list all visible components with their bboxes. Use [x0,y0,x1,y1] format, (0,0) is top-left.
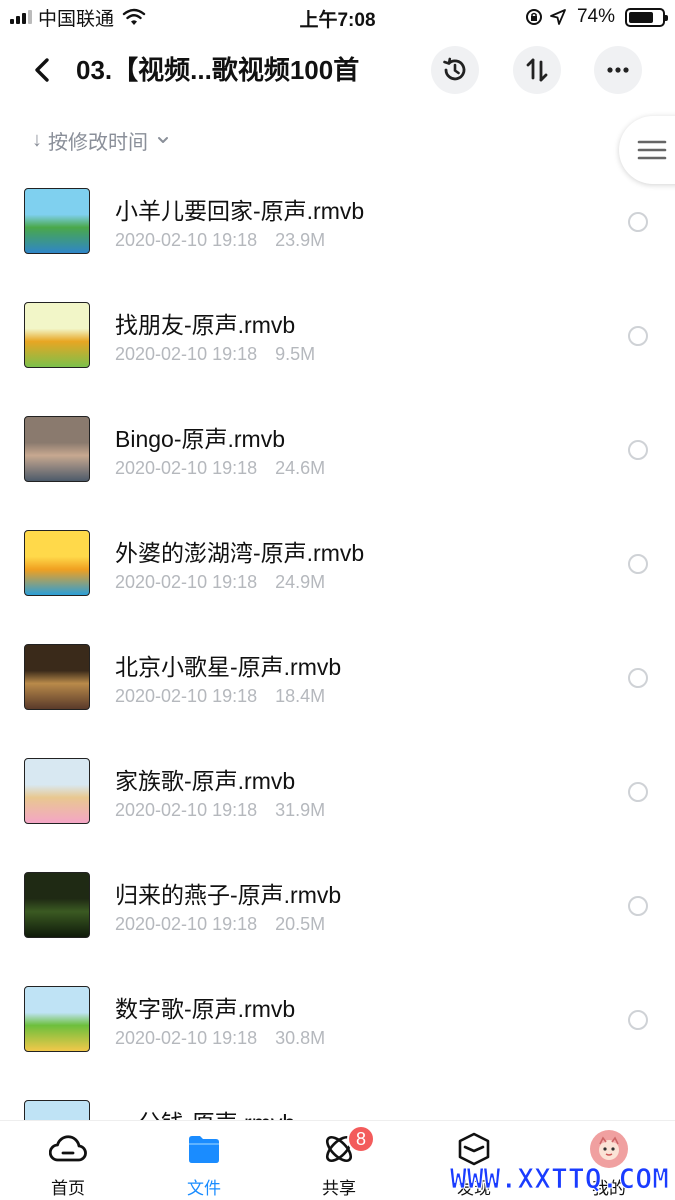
file-meta: 2020-02-10 19:18 30.8M [115,1028,325,1049]
video-thumbnail [24,530,90,596]
video-thumbnail [24,758,90,824]
file-date: 2020-02-10 19:18 [115,800,258,820]
tab-files[interactable]: 文件 [154,1129,254,1199]
file-date: 2020-02-10 19:18 [115,572,258,592]
select-radio[interactable] [628,896,648,916]
video-thumbnail [24,302,90,368]
file-name: Bingo-原声.rmvb [115,426,285,452]
file-name: 家族歌-原声.rmvb [115,768,296,794]
file-size: 24.6M [275,458,326,478]
battery-icon [625,7,668,27]
history-icon [443,57,466,81]
file-size: 31.9M [275,800,326,820]
file-row[interactable]: 北京小歌星-原声.rmvb 2020-02-10 19:18 18.4M [0,628,675,742]
sort-label: 按修改时间 [48,131,148,154]
file-name: 数字歌-原声.rmvb [115,996,296,1022]
file-size: 24.9M [275,572,326,592]
file-name: 北京小歌星-原声.rmvb [115,654,342,680]
file-meta: 2020-02-10 19:18 24.9M [115,572,325,593]
file-date: 2020-02-10 19:18 [115,230,258,250]
select-radio[interactable] [628,326,648,346]
chevron-left-icon [35,58,49,82]
file-row[interactable]: 一分钱-原声.rmvb [0,1084,675,1120]
file-date: 2020-02-10 19:18 [115,914,258,934]
select-radio[interactable] [628,212,648,232]
battery-percent: 74% [576,6,615,27]
file-row[interactable]: 找朋友-原声.rmvb 2020-02-10 19:18 9.5M [0,286,675,400]
more-button[interactable] [594,46,642,94]
sort-arrows-icon [526,58,548,82]
select-radio[interactable] [628,1010,648,1030]
more-dots-icon [607,67,629,73]
file-name: 归来的燕子-原声.rmvb [115,882,342,908]
file-meta: 2020-02-10 19:18 20.5M [115,914,325,935]
select-radio[interactable] [628,782,648,802]
file-row[interactable]: 外婆的澎湖湾-原声.rmvb 2020-02-10 19:18 24.9M [0,514,675,628]
location-arrow-icon [550,9,566,25]
status-bar: 中国联通 上午7:08 74% [0,0,675,36]
file-meta: 2020-02-10 19:18 18.4M [115,686,325,707]
tab-label: 首页 [51,1179,85,1198]
file-meta: 2020-02-10 19:18 23.9M [115,230,325,251]
file-name: 一分钱-原声.rmvb [115,1104,295,1120]
file-date: 2020-02-10 19:18 [115,458,258,478]
status-right: 74% [525,5,668,29]
tab-home[interactable]: 首页 [18,1129,118,1199]
file-row[interactable]: Bingo-原声.rmvb 2020-02-10 19:18 24.6M [0,400,675,514]
sort-direction-arrow: ↓ [32,128,42,151]
file-date: 2020-02-10 19:18 [115,344,258,364]
tab-label: 共享 [322,1179,356,1198]
watermark: WWW.XXTTQ.COM [449,1162,669,1196]
file-size: 9.5M [275,344,316,364]
video-thumbnail [24,986,90,1052]
file-meta: 2020-02-10 19:18 9.5M [115,344,315,365]
menu-lines-icon [637,140,667,160]
file-row[interactable]: 家族歌-原声.rmvb 2020-02-10 19:18 31.9M [0,742,675,856]
video-thumbnail [24,1100,90,1120]
notification-badge: 8 [347,1125,375,1153]
video-thumbnail [24,188,90,254]
history-button[interactable] [431,46,479,94]
video-thumbnail [24,644,90,710]
file-row[interactable]: 归来的燕子-原声.rmvb 2020-02-10 19:18 20.5M [0,856,675,970]
nav-bar: 03.【视频...歌视频100首 [0,42,675,98]
tab-label: 文件 [187,1179,221,1198]
page-title: 03.【视频...歌视频100首 [76,55,360,85]
file-name: 外婆的澎湖湾-原声.rmvb [115,540,365,566]
folder-icon [184,1129,224,1168]
tab-share[interactable]: 8 共享 [289,1125,389,1199]
back-button[interactable] [24,52,60,88]
select-radio[interactable] [628,440,648,460]
select-radio[interactable] [628,554,648,574]
video-thumbnail [24,416,90,482]
file-meta: 2020-02-10 19:18 31.9M [115,800,325,821]
file-meta: 2020-02-10 19:18 24.6M [115,458,325,479]
rotation-lock-icon [525,9,542,25]
sort-selector[interactable]: ↓ 按修改时间 [32,124,170,156]
file-size: 18.4M [275,686,326,706]
file-size: 20.5M [275,914,326,934]
file-row[interactable]: 小羊儿要回家-原声.rmvb 2020-02-10 19:18 23.9M [0,172,675,286]
file-size: 30.8M [275,1028,326,1048]
file-date: 2020-02-10 19:18 [115,1028,258,1048]
select-radio[interactable] [628,668,648,688]
file-date: 2020-02-10 19:18 [115,686,258,706]
file-name: 找朋友-原声.rmvb [115,312,296,338]
cloud-icon [48,1129,88,1168]
file-name: 小羊儿要回家-原声.rmvb [115,198,365,224]
file-size: 23.9M [275,230,326,250]
sort-button[interactable] [513,46,561,94]
file-list: 小羊儿要回家-原声.rmvb 2020-02-10 19:18 23.9M 找朋友-原… [0,172,675,1120]
video-thumbnail [24,872,90,938]
file-row[interactable]: 数字歌-原声.rmvb 2020-02-10 19:18 30.8M [0,970,675,1084]
chevron-down-icon [158,137,168,143]
